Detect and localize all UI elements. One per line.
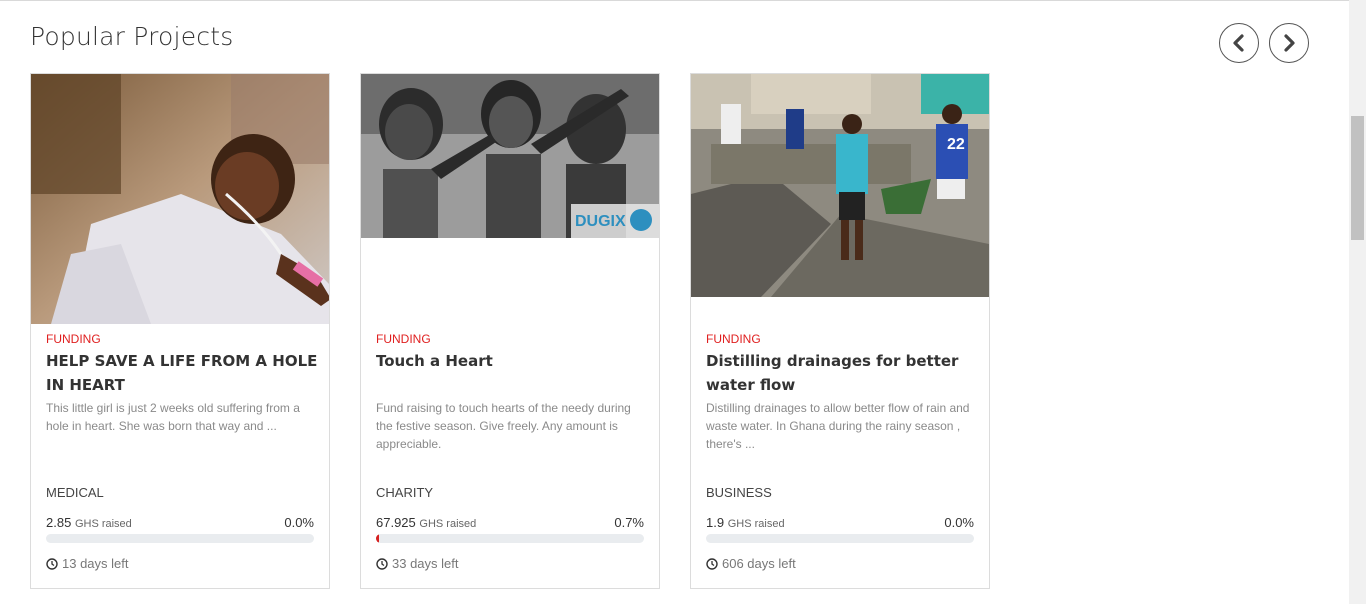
carousel-next-button[interactable] [1269,23,1309,63]
raised-label: GHS raised [74,518,132,530]
project-category: CHARITY [376,485,434,500]
chevron-right-icon [1284,34,1295,52]
project-image[interactable]: DUGIX [361,74,659,238]
progress-bar [46,534,314,543]
svg-text:22: 22 [947,136,965,153]
project-status: FUNDING [376,332,431,346]
raised-label: GHS raised [419,518,477,530]
raised-amount: 2.85 [46,515,72,530]
funded-percent: 0.7% [614,515,644,530]
raised-label: GHS raised [727,518,785,530]
days-left-row: 606 days left [706,556,796,571]
project-category: MEDICAL [46,485,104,500]
project-description: Distilling drainages to allow better flo… [706,401,970,451]
section-title: Popular Projects [30,22,234,51]
days-left-row: 33 days left [376,556,459,571]
page-scrollbar[interactable] [1349,0,1366,604]
funded-percent: 0.0% [284,515,314,530]
project-description: Fund raising to touch hearts of the need… [376,401,631,451]
project-title[interactable]: Touch a Heart [376,349,648,373]
clock-icon [376,557,388,570]
raised-amount-row: 1.9 GHS raised [706,515,785,530]
raised-amount-row: 2.85 GHS raised [46,515,132,530]
project-title[interactable]: HELP SAVE A LIFE FROM A HOLE IN HEART [46,349,318,397]
project-status: FUNDING [706,332,761,346]
project-card[interactable]: FUNDING HELP SAVE A LIFE FROM A HOLE IN … [30,73,330,589]
raised-amount-row: 67.925 GHS raised [376,515,476,530]
top-divider [0,0,1366,1]
project-description: This little girl is just 2 weeks old suf… [46,401,300,433]
project-status: FUNDING [46,332,101,346]
project-image[interactable] [31,74,329,324]
project-image[interactable]: 22 [691,74,989,297]
progress-bar [376,534,644,543]
days-left: 606 days left [722,556,796,571]
progress-fill [376,534,379,543]
clock-icon [706,557,718,570]
image-badge-text: DUGIX [575,213,626,230]
chevron-left-icon [1233,34,1244,52]
project-title[interactable]: Distilling drainages for better water fl… [706,349,978,397]
scrollbar-thumb[interactable] [1351,116,1364,240]
progress-bar [706,534,974,543]
project-category: BUSINESS [706,485,772,500]
days-left-row: 13 days left [46,556,129,571]
days-left: 33 days left [392,556,459,571]
clock-icon [46,557,58,570]
days-left: 13 days left [62,556,129,571]
carousel-prev-button[interactable] [1219,23,1259,63]
raised-amount: 67.925 [376,515,416,530]
project-card[interactable]: 22 FUNDING Distilling drainages for bett… [690,73,990,589]
project-card[interactable]: DUGIX FUNDING Touch a Heart Fund raising… [360,73,660,589]
raised-amount: 1.9 [706,515,725,530]
funded-percent: 0.0% [944,515,974,530]
